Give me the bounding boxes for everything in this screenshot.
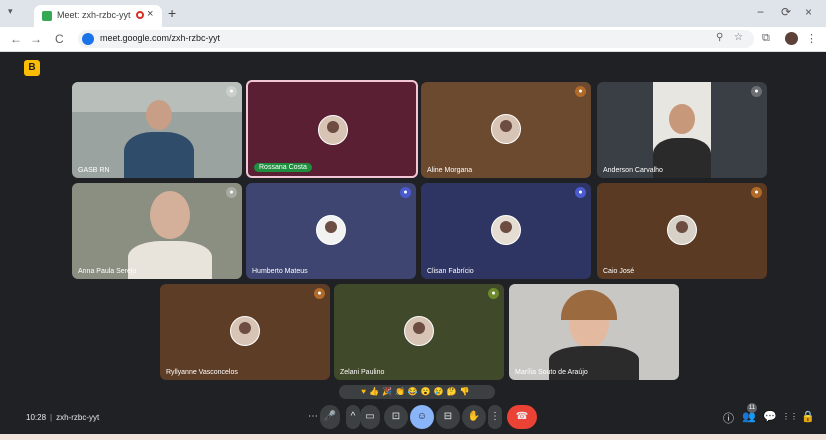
- profile-avatar[interactable]: [785, 32, 798, 45]
- participant-tile[interactable]: ● Humberto Mateus: [246, 183, 416, 279]
- participant-avatar: [491, 215, 521, 245]
- meeting-control-bar: 10:28 | zxh-rzbc-yyt ⋯ 🎤 ^ ▭ ⊡ ☺ ⊟ ✋ ⋮ ☎ ⓘ…: [0, 400, 826, 434]
- participant-name: Aline Morgana: [427, 167, 473, 174]
- bookmark-star-icon[interactable]: ☆: [734, 32, 743, 43]
- back-button[interactable]: ←: [10, 32, 22, 46]
- emoji-button[interactable]: ☺: [410, 405, 434, 429]
- participant-name: Rossana Costa: [254, 163, 312, 172]
- participant-tile[interactable]: ● Anderson Carvalho: [597, 82, 767, 178]
- present-button[interactable]: ⊡: [384, 405, 408, 429]
- meeting-details-icon[interactable]: ⓘ: [723, 410, 734, 426]
- zoom-icon[interactable]: ⚲: [716, 32, 723, 43]
- extensions-icon[interactable]: ⧉: [762, 32, 770, 45]
- participant-name: Caio José: [603, 268, 635, 275]
- muted-mic-icon: ●: [400, 187, 411, 198]
- participant-video: [669, 104, 695, 134]
- muted-mic-icon: ●: [226, 86, 237, 97]
- participant-name: Anderson Carvalho: [603, 167, 663, 174]
- participant-tile[interactable]: ● Clisan Fabrício: [421, 183, 591, 279]
- browser-tab[interactable]: Meet: zxh-rzbc-yyt ×: [34, 5, 162, 27]
- url-text: meet.google.com/zxh-rzbc-yyt: [100, 33, 221, 43]
- recording-indicator-icon: [136, 11, 144, 19]
- tab-close-icon[interactable]: ×: [147, 8, 153, 20]
- meeting-badge-icon[interactable]: B: [24, 60, 40, 76]
- participant-name: Clisan Fabrício: [427, 268, 474, 275]
- restore-button[interactable]: ⟳: [781, 5, 791, 19]
- participant-avatar: [667, 215, 697, 245]
- browser-menu-icon[interactable]: ⋮: [806, 32, 817, 45]
- participant-avatar: [230, 316, 260, 346]
- tab-title: Meet: zxh-rzbc-yyt: [57, 10, 131, 20]
- meeting-code: zxh-rzbc-yyt: [56, 413, 100, 422]
- participant-avatar: [316, 215, 346, 245]
- participant-tile[interactable]: ● Zelani Paulino: [334, 284, 504, 380]
- muted-mic-icon: ●: [488, 288, 499, 299]
- muted-mic-icon: ●: [314, 288, 325, 299]
- muted-mic-icon: ●: [226, 187, 237, 198]
- participant-tile[interactable]: ● Aline Morgana: [421, 82, 591, 178]
- browser-toolbar: ← → C meet.google.com/zxh-rzbc-yyt ⚲ ☆ ⧉…: [0, 27, 826, 52]
- camera-button[interactable]: ▭: [360, 405, 380, 429]
- participant-video: [124, 132, 194, 178]
- participant-tile[interactable]: ● Anna Paula Serejo: [72, 183, 242, 279]
- browser-tab-strip: ▾ Meet: zxh-rzbc-yyt × + − ⟳ ×: [0, 0, 826, 27]
- muted-mic-icon: ●: [751, 187, 762, 198]
- address-bar[interactable]: meet.google.com/zxh-rzbc-yyt ⚲ ☆: [78, 30, 754, 48]
- participant-video: [146, 100, 172, 130]
- captions-button[interactable]: ⊟: [436, 405, 460, 429]
- end-call-button[interactable]: ☎: [507, 405, 537, 429]
- meeting-info: 10:28 | zxh-rzbc-yyt: [26, 413, 99, 422]
- participant-video: [128, 241, 212, 279]
- participant-tile[interactable]: ● GASB RN: [72, 82, 242, 178]
- camera-options-icon[interactable]: ^: [346, 405, 360, 429]
- tab-search-icon[interactable]: ▾: [8, 6, 13, 17]
- more-options-button[interactable]: ⋮: [488, 405, 502, 429]
- taskbar-strip: [0, 434, 826, 440]
- minimize-button[interactable]: −: [757, 5, 764, 19]
- muted-mic-icon: ●: [751, 86, 762, 97]
- host-controls-icon[interactable]: 🔒: [801, 410, 815, 423]
- reactions-bar[interactable]: ♥👍🎉👏😂😮😢🤔👎: [339, 385, 495, 399]
- meeting-time: 10:28: [26, 413, 47, 422]
- meet-favicon-icon: [42, 11, 52, 21]
- participant-name: Zelani Paulino: [340, 369, 385, 376]
- divider: |: [50, 413, 53, 422]
- people-count-badge: 11: [747, 403, 757, 413]
- participant-avatar: [318, 115, 348, 145]
- muted-mic-icon: ●: [575, 86, 586, 97]
- participant-video: [150, 191, 190, 239]
- participant-name: Anna Paula Serejo: [78, 268, 137, 275]
- new-tab-button[interactable]: +: [168, 5, 176, 21]
- participant-avatar: [491, 114, 521, 144]
- mic-button[interactable]: 🎤: [320, 405, 340, 429]
- site-info-icon[interactable]: [82, 33, 94, 45]
- reload-button[interactable]: C: [55, 32, 64, 46]
- forward-button[interactable]: →: [30, 32, 42, 46]
- participant-name: GASB RN: [78, 167, 110, 174]
- raise-hand-button[interactable]: ✋: [462, 405, 486, 429]
- participant-tile[interactable]: Rossana Costa: [246, 80, 418, 178]
- participant-tile[interactable]: ● Caio José: [597, 183, 767, 279]
- participant-name: Humberto Mateus: [252, 268, 308, 275]
- more-left-icon[interactable]: ⋯: [306, 405, 320, 429]
- participant-tile[interactable]: ● Ryllyanne Vasconcelos: [160, 284, 330, 380]
- participant-video: [561, 290, 617, 320]
- activities-icon[interactable]: ⋮⋮: [782, 412, 798, 421]
- chat-icon[interactable]: 💬: [763, 410, 777, 423]
- close-window-button[interactable]: ×: [805, 5, 812, 19]
- muted-mic-icon: ●: [575, 187, 586, 198]
- participant-avatar: [404, 316, 434, 346]
- participant-name: Ryllyanne Vasconcelos: [166, 369, 238, 376]
- participant-name: Marília Souto de Araújo: [515, 369, 588, 376]
- participant-tile[interactable]: Marília Souto de Araújo: [509, 284, 679, 380]
